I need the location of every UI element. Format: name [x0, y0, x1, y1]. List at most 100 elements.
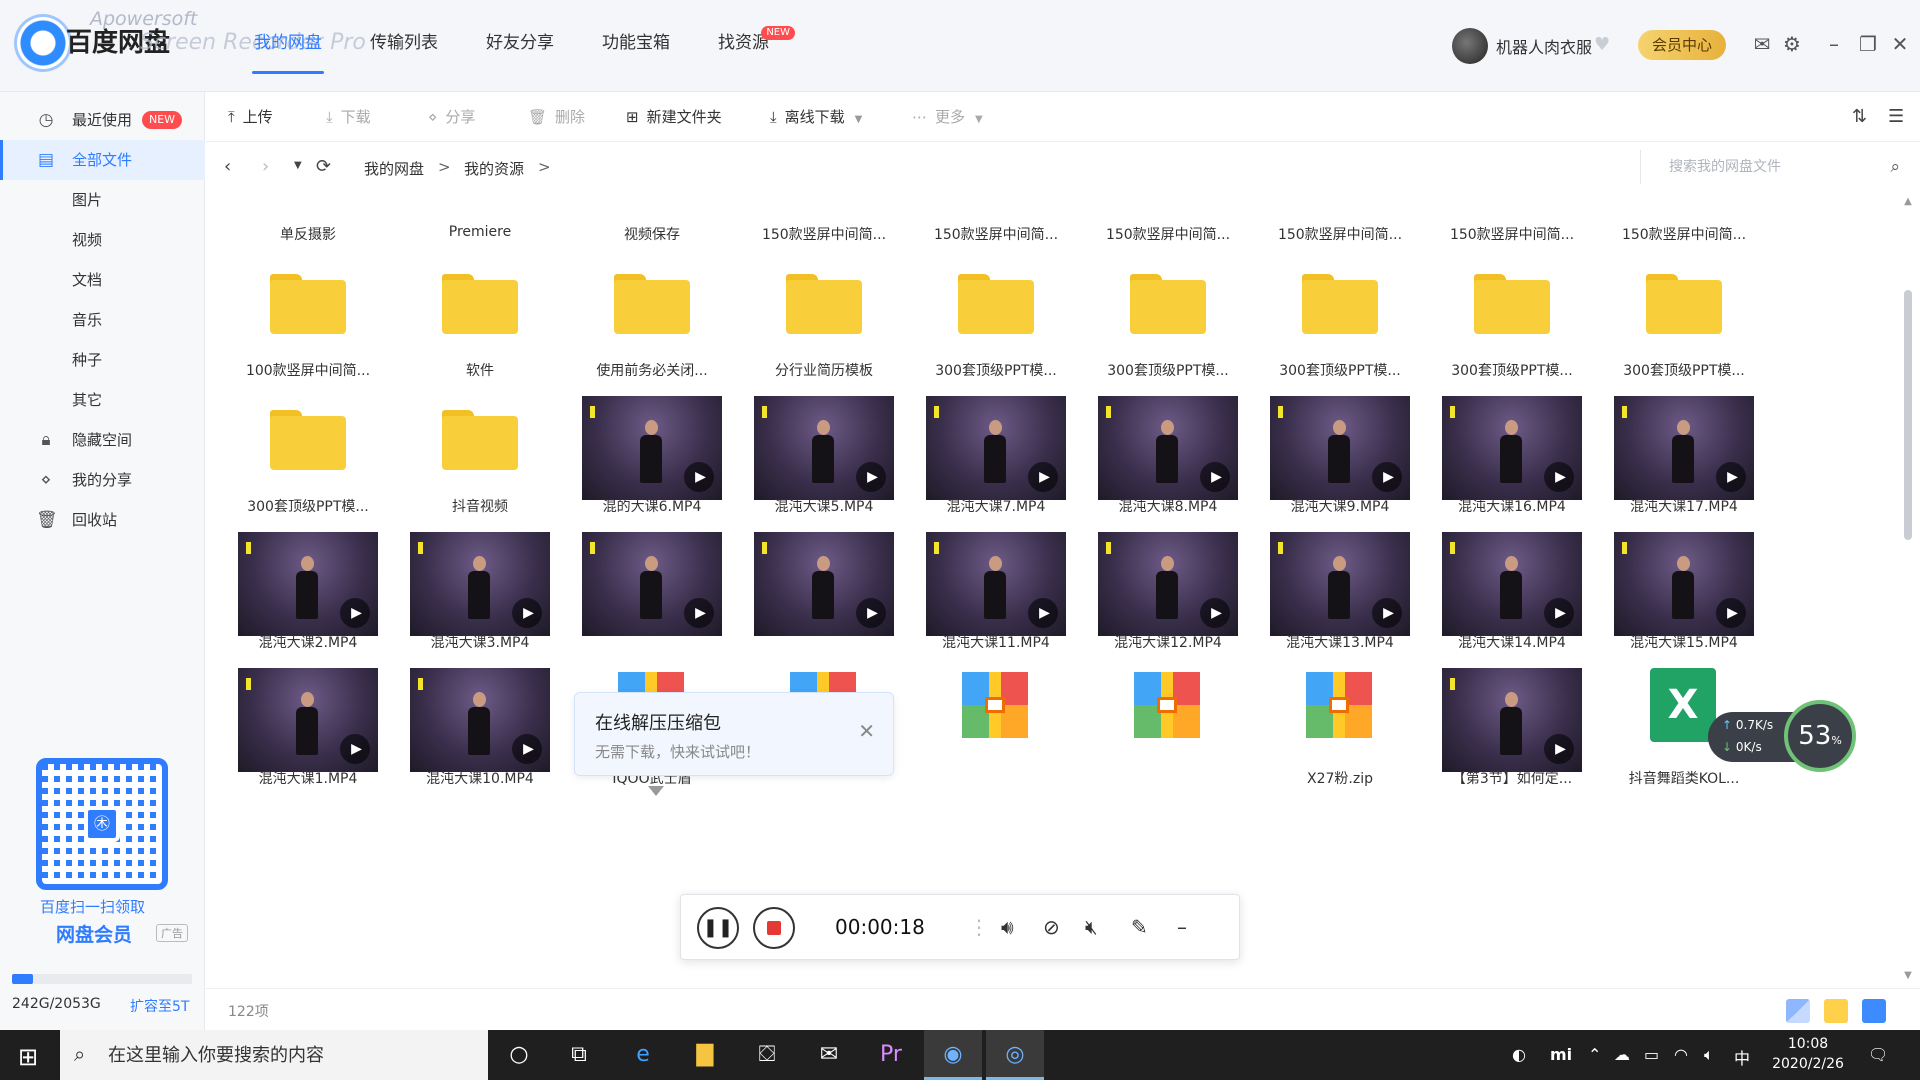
nav-toolbox[interactable]: 功能宝箱 [578, 0, 694, 92]
settings-icon[interactable]: ⚙ [1778, 30, 1806, 58]
forward-icon[interactable]: › [262, 156, 269, 177]
clock[interactable]: 10:08 2020/2/26 [1768, 1034, 1848, 1074]
play-icon[interactable]: ▶ [340, 598, 370, 628]
drag-handle-icon[interactable]: ⋮ [969, 915, 989, 939]
volume-icon[interactable]: 🔈︎ [1704, 1045, 1714, 1065]
battery-icon[interactable]: ▭ [1644, 1045, 1659, 1064]
share-button[interactable]: ⋄ 分享 [428, 106, 475, 128]
scroll-down-icon[interactable]: ▼ [1902, 970, 1914, 981]
video-file-item[interactable]: ▶ 【第3节】如何定... [1426, 636, 1598, 804]
vip-center-button[interactable]: 会员中心 [1638, 30, 1726, 60]
back-icon[interactable]: ‹ [224, 156, 231, 177]
more-button[interactable]: ⋯ 更多 ▼ [912, 106, 983, 128]
sidebar-item-others[interactable]: 其它 [0, 380, 205, 420]
refresh-icon[interactable]: ⟳ [316, 156, 331, 177]
breadcrumb-my-resources[interactable]: 我的资源 [464, 158, 524, 179]
play-icon[interactable]: ▶ [1716, 598, 1746, 628]
breadcrumb-my-netdisk[interactable]: 我的网盘 [364, 158, 424, 179]
nav-find-resources[interactable]: 找资源 NEW [694, 0, 795, 92]
system-audio-muted-icon[interactable]: 🔇︎ [1085, 915, 1098, 939]
play-icon[interactable]: ▶ [1028, 462, 1058, 492]
nav-transfer-list[interactable]: 传输列表 [346, 0, 462, 92]
delete-button[interactable]: 🗑︎ 删除 [528, 106, 585, 128]
new-folder-button[interactable]: ⊞ 新建文件夹 [626, 106, 722, 128]
promo-line2[interactable]: 网盘会员 [56, 920, 132, 947]
nav-friend-share[interactable]: 好友分享 [462, 0, 578, 92]
mi-tray-icon[interactable]: mi [1550, 1045, 1572, 1064]
ime-indicator[interactable]: 中 [1734, 1045, 1750, 1069]
chevron-up-icon[interactable]: ⌃ [1588, 1045, 1601, 1064]
play-icon[interactable]: ▶ [1372, 462, 1402, 492]
stop-button[interactable] [753, 907, 795, 949]
play-icon[interactable]: ▶ [684, 462, 714, 492]
history-dropdown-icon[interactable]: ▼ [294, 160, 302, 171]
scrollbar[interactable]: ▲ ▼ [1902, 196, 1914, 981]
close-icon[interactable]: ✕ [858, 719, 875, 743]
sidebar-item-torrents[interactable]: 种子 [0, 340, 205, 380]
search-icon[interactable]: ⌕ [1890, 157, 1900, 177]
sidebar-item-my-shares[interactable]: ⋄ 我的分享 [0, 460, 205, 500]
taskbar-search-input[interactable] [108, 1030, 478, 1080]
close-icon[interactable]: ✕ [1886, 30, 1914, 58]
restore-icon[interactable]: ❐ [1854, 30, 1882, 58]
zip-file-item[interactable] [1082, 636, 1254, 804]
sidebar-item-hidden-space[interactable]: 🔒︎ 隐藏空间 [0, 420, 205, 460]
sidebar-item-all-files[interactable]: ▤ 全部文件 [0, 140, 205, 180]
play-icon[interactable]: ▶ [1200, 598, 1230, 628]
play-icon[interactable]: ▶ [1200, 462, 1230, 492]
scrollbar-thumb[interactable] [1904, 290, 1912, 540]
list-view-icon[interactable]: ☰ [1888, 106, 1904, 127]
play-icon[interactable]: ▶ [512, 598, 542, 628]
play-icon[interactable]: ▶ [1372, 598, 1402, 628]
wifi-icon[interactable]: ◠ [1674, 1045, 1688, 1064]
play-icon[interactable]: ▶ [684, 598, 714, 628]
video-file-item[interactable]: ▶ 混沌大课1.MP4 [222, 636, 394, 804]
sort-icon[interactable]: ⇅ [1852, 106, 1867, 127]
play-icon[interactable]: ▶ [856, 598, 886, 628]
mail-icon[interactable]: ✉ [800, 1030, 858, 1080]
user-name[interactable]: 机器人肉衣服 [1496, 34, 1592, 58]
edge-browser-icon[interactable]: e [614, 1030, 672, 1080]
premiere-pro-icon[interactable]: Pr [862, 1030, 920, 1080]
search-input[interactable] [1641, 150, 1871, 184]
microsoft-store-icon[interactable]: ⛋ [738, 1030, 796, 1080]
zip-file-item[interactable]: X27粉.zip [1254, 636, 1426, 804]
onedrive-icon[interactable]: ☁ [1614, 1045, 1630, 1064]
sidebar-item-recycle-bin[interactable]: 🗑︎ 回收站 [0, 500, 205, 540]
video-file-item[interactable]: ▶ 混沌大课10.MP4 [394, 636, 566, 804]
mail-icon[interactable]: ✉ [1748, 30, 1776, 58]
minimize-icon[interactable]: – [1177, 915, 1187, 939]
play-icon[interactable]: ▶ [512, 734, 542, 764]
play-icon[interactable]: ▶ [1544, 598, 1574, 628]
minimize-icon[interactable]: – [1820, 30, 1848, 58]
sidebar-item-music[interactable]: 音乐 [0, 300, 205, 340]
baidu-netdisk-taskbar-icon[interactable]: ◉ [924, 1030, 982, 1080]
pause-button[interactable]: ❚❚ [697, 907, 739, 949]
download-button[interactable]: ⤓ 下载 [326, 106, 371, 128]
speaker-icon[interactable]: 🔊︎ [1001, 915, 1014, 939]
grid-view-icon[interactable] [1786, 999, 1810, 1023]
play-icon[interactable]: ▶ [340, 734, 370, 764]
promo-line1[interactable]: 百度扫一扫领取 [40, 896, 145, 917]
notification-icon[interactable]: 🗨︎ [1868, 1045, 1888, 1064]
screen-recorder-taskbar-icon[interactable]: ◎ [986, 1030, 1044, 1080]
sidebar-item-documents[interactable]: 文档 [0, 260, 205, 300]
upload-button[interactable]: ⤒ 上传 [228, 106, 273, 128]
upload-quick-icon[interactable] [1824, 999, 1848, 1023]
zip-file-item[interactable] [910, 636, 1082, 804]
play-icon[interactable]: ▶ [1544, 462, 1574, 492]
lock-icon[interactable] [1862, 999, 1886, 1023]
offline-download-button[interactable]: ⤓ 离线下载 ▼ [770, 106, 862, 128]
play-icon[interactable]: ▶ [1028, 598, 1058, 628]
promo-qr-code[interactable]: ㊍ [30, 752, 180, 902]
play-icon[interactable]: ▶ [856, 462, 886, 492]
tray-app-icon[interactable]: ◐ [1512, 1045, 1526, 1064]
sidebar-item-videos[interactable]: 视频 [0, 220, 205, 260]
scroll-up-icon[interactable]: ▲ [1902, 196, 1914, 207]
expand-storage-link[interactable]: 扩容至5T [130, 996, 189, 1016]
task-view-icon[interactable]: ⧉ [550, 1030, 608, 1080]
network-speed-widget[interactable]: ↑ 0.7K/s ↓ 0K/s 53% [1708, 700, 1856, 772]
mic-muted-icon[interactable]: ⊘ [1043, 915, 1060, 939]
play-icon[interactable]: ▶ [1544, 734, 1574, 764]
windows-start-icon[interactable]: ⊞ [18, 1043, 38, 1071]
